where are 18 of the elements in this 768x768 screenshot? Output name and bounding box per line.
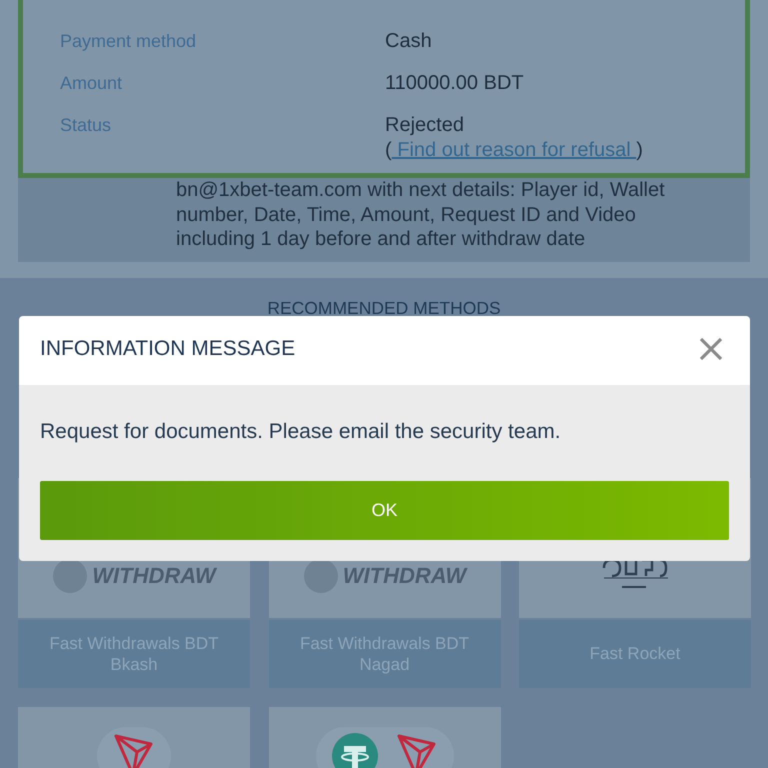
section-title: RECOMMENDED METHODS [266, 296, 502, 318]
reason-link[interactable]: Find out reason for refusal [392, 139, 636, 161]
close-icon[interactable] [699, 336, 723, 360]
field-label: Payment method [60, 30, 198, 53]
field-value: 110000.00 BDT [385, 71, 525, 96]
tether-icon [332, 732, 378, 768]
field-value: Cash [385, 29, 433, 54]
dialog-title: INFORMATION MESSAGE [40, 336, 296, 360]
logo-text: WITHDRAW [92, 562, 216, 588]
logo-text: WITHDRAW [342, 562, 466, 588]
ok-button[interactable]: OK [40, 481, 729, 540]
field-label: Amount [60, 72, 124, 95]
field-value: Rejected ( Find out reason for refusal ) [385, 113, 644, 163]
tron-icon [396, 732, 438, 768]
dialog-message: Request for documents. Please email the security team. [40, 419, 562, 445]
tron-icon [113, 732, 155, 768]
field-label: Status [60, 114, 112, 137]
note-text: bn@1xbet-team.com with next details: Player id, Wallet number, Date, Time, Amount, Request ID and Video including 1 day before and after withdraw date [176, 178, 666, 252]
